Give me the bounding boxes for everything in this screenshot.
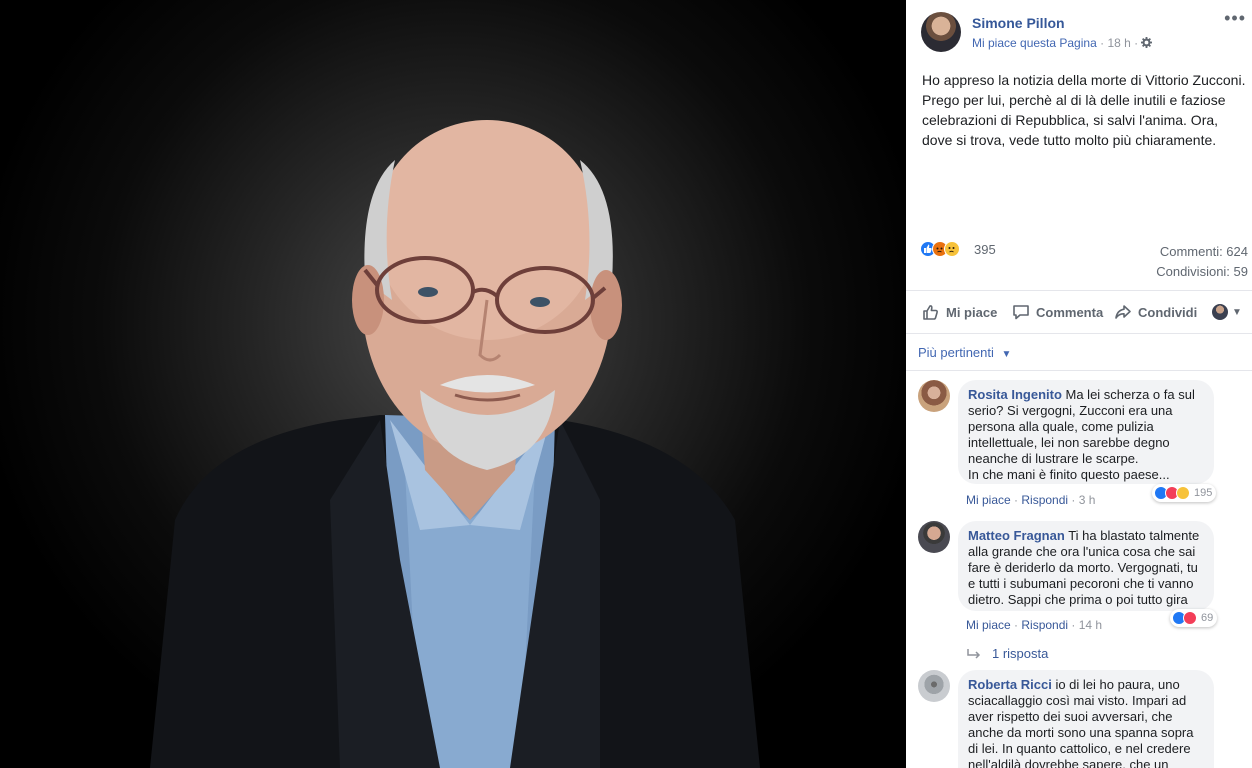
comment-bubble: Rosita Ingenito Ma lei scherza o fa sul … xyxy=(958,380,1214,484)
comment-sort-dropdown[interactable]: Più pertinenti ▼ xyxy=(918,345,1011,360)
comment-reactions-count: 195 xyxy=(1194,487,1213,499)
comment-sort-label: Più pertinenti xyxy=(918,345,994,360)
commenter-name[interactable]: Roberta Ricci xyxy=(968,677,1052,692)
comment-item: Roberta Ricci io di lei ho paura, uno sc… xyxy=(918,670,1248,768)
commenter-name[interactable]: Matteo Fragnan xyxy=(968,528,1065,543)
chevron-down-icon: ▼ xyxy=(1001,349,1012,360)
author-avatar[interactable] xyxy=(921,12,961,52)
more-options-icon[interactable]: ••• xyxy=(1224,8,1246,29)
view-replies-link[interactable]: 1 risposta xyxy=(966,646,1048,661)
chevron-down-icon: ▼ xyxy=(1232,306,1242,318)
haha-reaction-icon xyxy=(1176,486,1190,500)
shares-count[interactable]: Condivisioni: 59 xyxy=(1156,264,1248,279)
post-time[interactable]: 18 h xyxy=(1107,36,1130,50)
comment-like-link[interactable]: Mi piace xyxy=(966,618,1011,632)
post-header: Simone Pillon Mi piace questa Pagina · 1… xyxy=(906,0,1252,62)
comment-time[interactable]: 3 h xyxy=(1079,493,1096,507)
sad-reaction-icon xyxy=(944,241,960,257)
comment-item: Matteo Fragnan Ti ha blastato talmente a… xyxy=(918,521,1248,641)
comment-reactions[interactable]: 195 xyxy=(1152,484,1217,502)
portrait-illustration xyxy=(150,120,760,768)
comment-like-link[interactable]: Mi piace xyxy=(966,493,1011,507)
comment-icon xyxy=(1013,305,1029,320)
post-text: Ho appreso la notizia della morte di Vit… xyxy=(922,72,1246,148)
commenter-avatar[interactable] xyxy=(918,670,950,702)
reply-arrow-icon xyxy=(967,648,981,659)
commenter-avatar[interactable] xyxy=(918,521,950,553)
user-avatar-icon xyxy=(1212,304,1228,320)
comment-reactions[interactable]: 69 xyxy=(1170,609,1218,627)
post-actions-bar: Mi piace Commenta Condividi ▼ xyxy=(906,290,1252,334)
facebook-photo-viewer: Simone Pillon Mi piace questa Pagina · 1… xyxy=(0,0,1252,768)
commenter-avatar[interactable] xyxy=(918,380,950,412)
divider xyxy=(906,370,1252,371)
comment-reply-link[interactable]: Rispondi xyxy=(1021,493,1068,507)
share-button-label: Condividi xyxy=(1138,304,1198,320)
commenter-name[interactable]: Rosita Ingenito xyxy=(968,387,1062,402)
comment-meta: Mi piace · Rispondi · 14 h xyxy=(966,618,1103,632)
page-like-link[interactable]: Mi piace questa Pagina xyxy=(972,36,1097,50)
like-button-label: Mi piace xyxy=(946,304,998,320)
comment-button-label: Commenta xyxy=(1036,304,1104,320)
post-photo[interactable] xyxy=(0,0,906,768)
comment-reactions-count: 69 xyxy=(1201,612,1214,624)
comment-reply-link[interactable]: Rispondi xyxy=(1021,618,1068,632)
comment-time[interactable]: 14 h xyxy=(1079,618,1102,632)
comments-count[interactable]: Commenti: 624 xyxy=(1160,244,1248,259)
author-name[interactable]: Simone Pillon xyxy=(972,15,1065,31)
replies-count-label: 1 risposta xyxy=(992,646,1049,661)
love-reaction-icon xyxy=(1183,611,1197,625)
comment-item: Rosita Ingenito Ma lei scherza o fa sul … xyxy=(918,380,1248,510)
post-side-panel: Simone Pillon Mi piace questa Pagina · 1… xyxy=(906,0,1252,768)
gear-icon[interactable] xyxy=(1141,36,1153,50)
comment-bubble: Matteo Fragnan Ti ha blastato talmente a… xyxy=(958,521,1214,611)
comment-bubble: Roberta Ricci io di lei ho paura, uno sc… xyxy=(958,670,1214,768)
comment-meta: Mi piace · Rispondi · 3 h xyxy=(966,493,1096,507)
share-arrow-icon xyxy=(1115,305,1131,319)
reaction-icons[interactable] xyxy=(920,241,960,257)
like-button[interactable]: Mi piace xyxy=(922,303,997,321)
thumbs-up-icon xyxy=(923,305,938,320)
share-button[interactable]: Condividi xyxy=(1114,303,1197,321)
post-stats: 395 Commenti: 624 Condivisioni: 59 xyxy=(906,238,1252,286)
post-as-selector[interactable]: ▼ xyxy=(1212,304,1242,320)
reactions-count[interactable]: 395 xyxy=(974,242,996,257)
post-meta: Mi piace questa Pagina · 18 h · xyxy=(972,36,1153,50)
